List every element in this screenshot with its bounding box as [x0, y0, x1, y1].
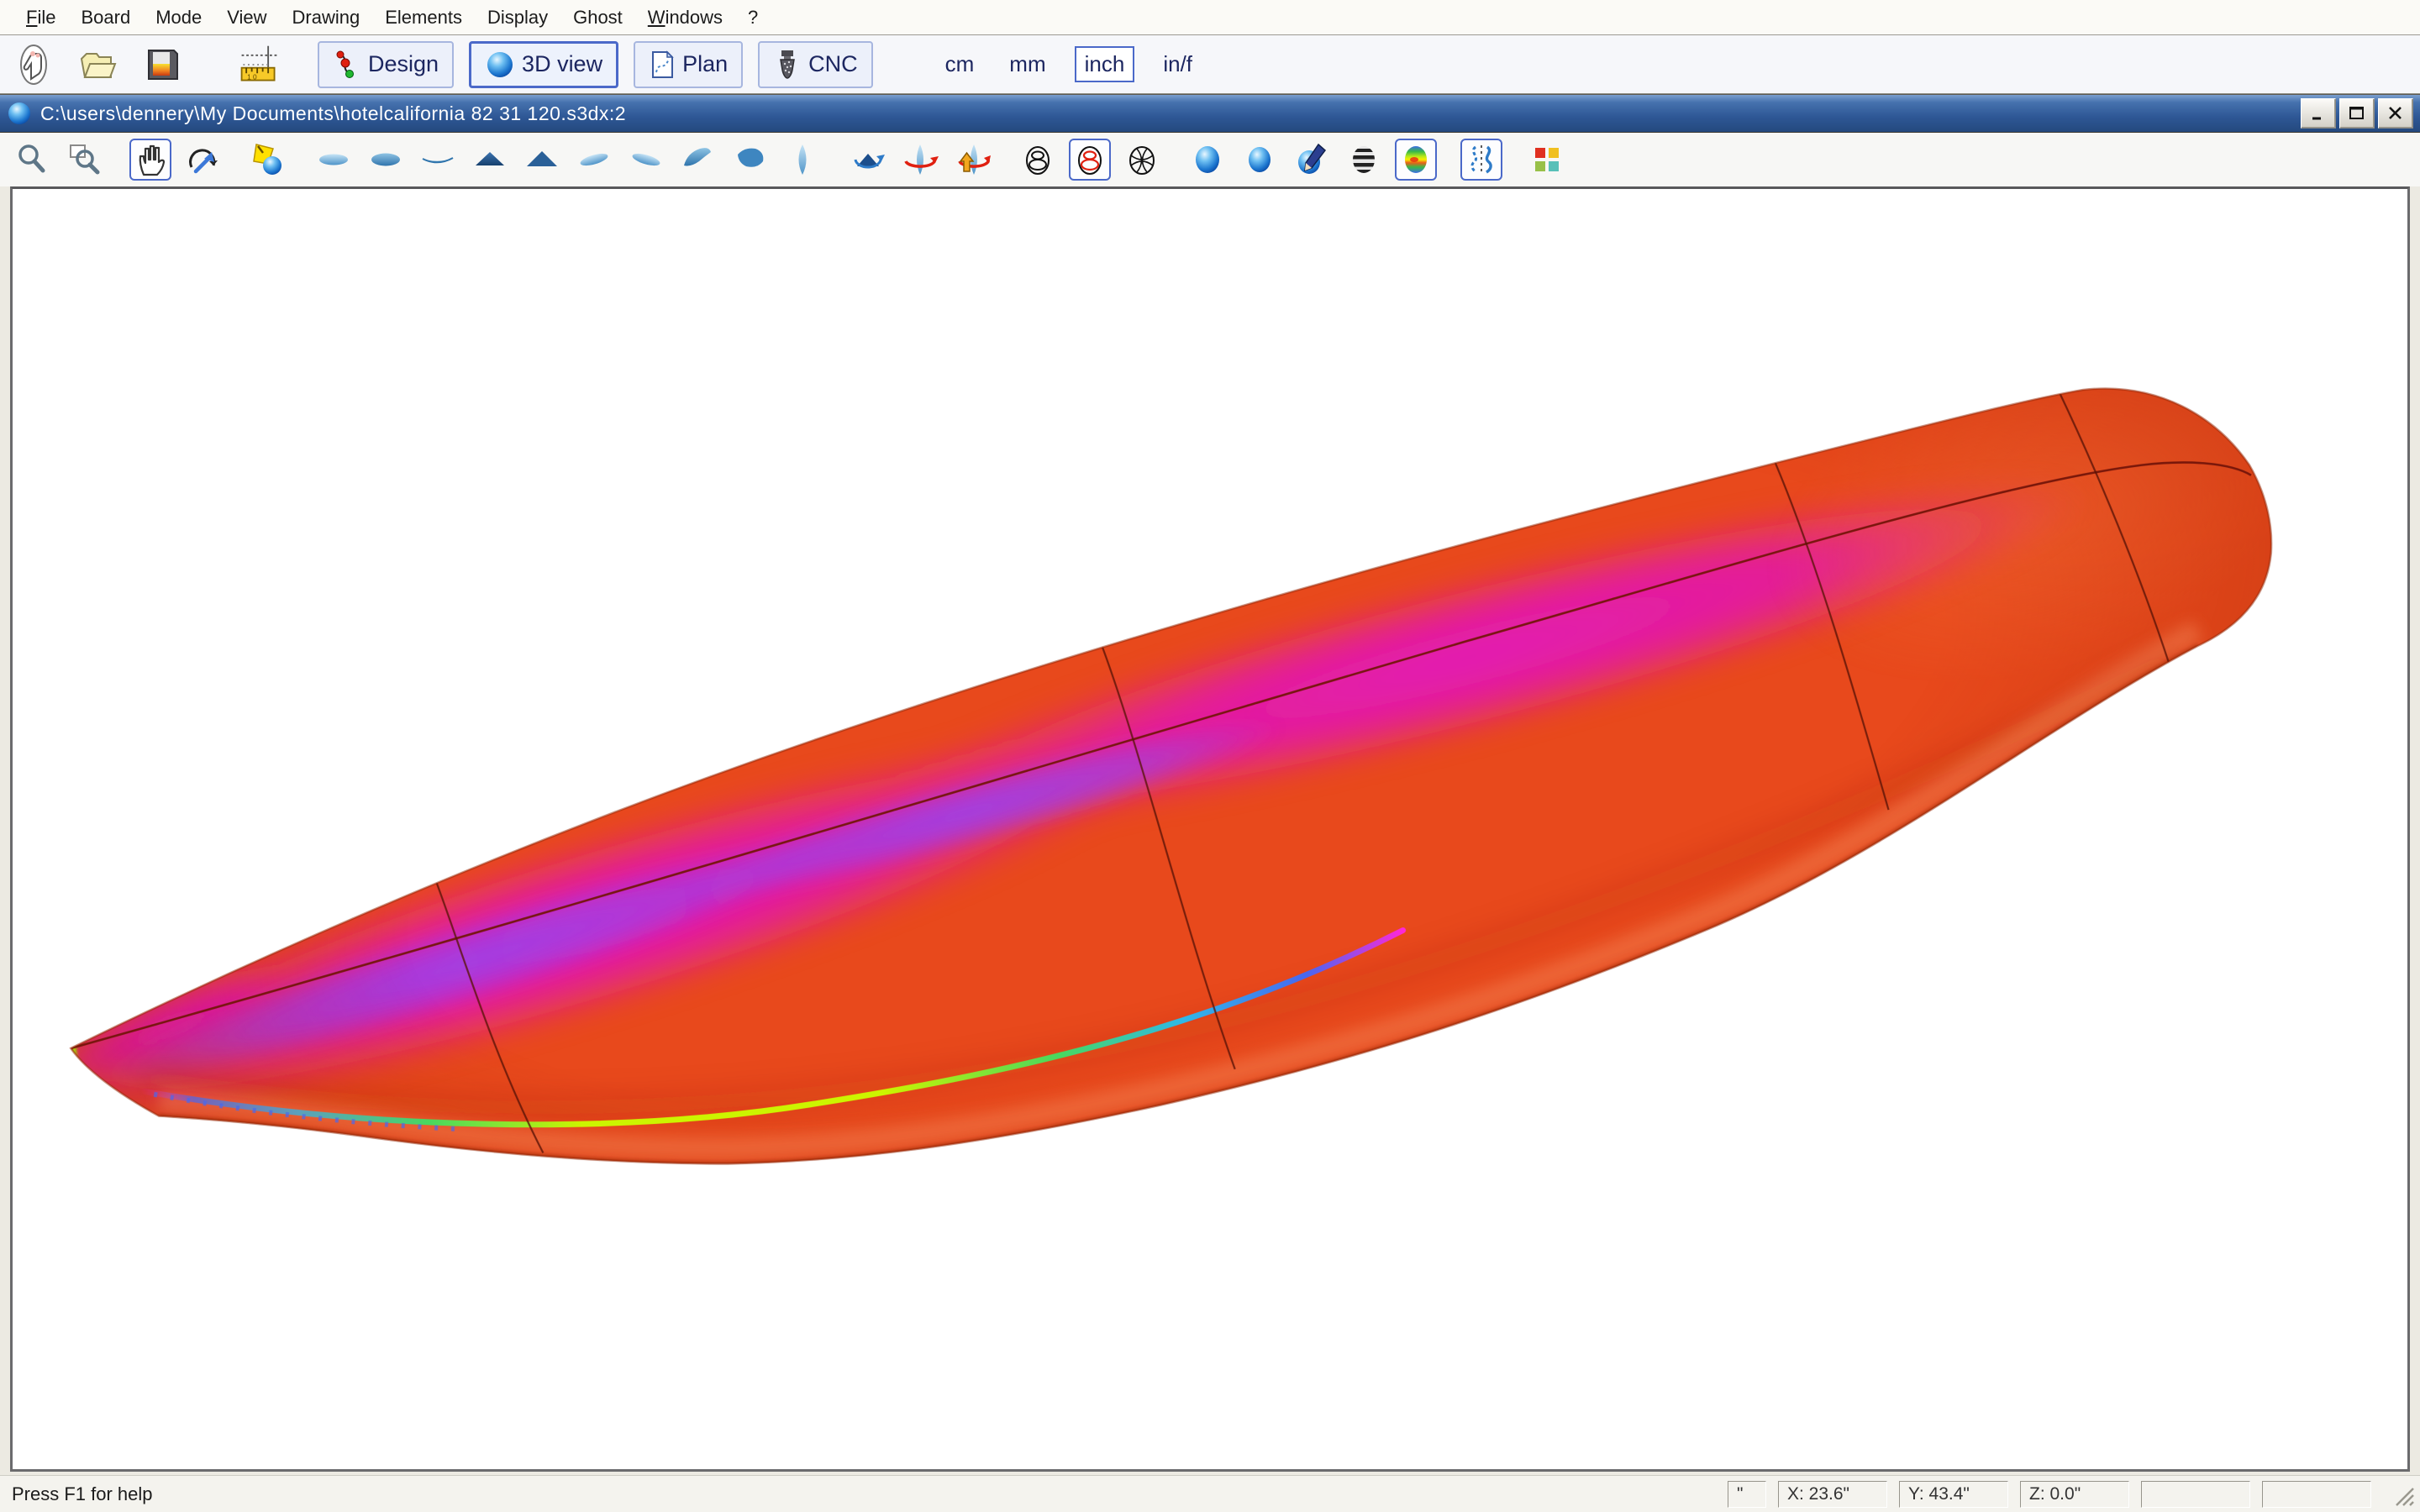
file-tools: 1 0: [12, 43, 281, 87]
app-sphere-icon: [7, 101, 32, 126]
document-titlebar[interactable]: C:\users\dennery\My Documents\hotelcalif…: [0, 94, 2420, 133]
window-controls: [2301, 98, 2413, 129]
board-edge-shading: [13, 189, 2407, 1469]
status-empty-panel-1: [2141, 1481, 2250, 1508]
rotate-3d-icon[interactable]: [182, 139, 224, 181]
render-smooth-icon[interactable]: [1239, 139, 1281, 181]
rotate-view-icon[interactable]: [847, 139, 889, 181]
view-bottom-icon[interactable]: [365, 139, 407, 181]
view-perspective-right-icon[interactable]: [729, 139, 771, 181]
tile-windows-icon[interactable]: [1526, 139, 1568, 181]
save-icon[interactable]: [139, 43, 183, 87]
view-tilt-left-icon[interactable]: [573, 139, 615, 181]
cnc-button[interactable]: CNC: [758, 41, 873, 88]
3d-view-button[interactable]: 3D view: [469, 41, 618, 88]
pointer-hand-icon[interactable]: [12, 43, 55, 87]
design-button-label: Design: [368, 51, 439, 77]
view-side-outline-icon[interactable]: [781, 139, 823, 181]
render-zebra-icon[interactable]: [1343, 139, 1385, 181]
wireframe-mesh-icon[interactable]: [1121, 139, 1163, 181]
menu-elements[interactable]: Elements: [374, 3, 473, 32]
open-folder-icon[interactable]: [76, 43, 119, 87]
render-curvature-icon[interactable]: [1395, 139, 1437, 181]
view-tilt-right-icon[interactable]: [625, 139, 667, 181]
menu-display[interactable]: Display: [476, 3, 559, 32]
menu-help[interactable]: ?: [737, 3, 769, 32]
blue-sphere-icon: [485, 50, 515, 80]
close-button[interactable]: [2378, 98, 2413, 129]
resize-grip[interactable]: [2390, 1482, 2415, 1507]
unit-cm[interactable]: cm: [939, 46, 981, 82]
unit-mm[interactable]: mm: [1002, 46, 1052, 82]
menu-file[interactable]: File: [15, 3, 66, 32]
render-solid-icon[interactable]: [1186, 139, 1228, 181]
menu-bar: File Board Mode View Drawing Elements Di…: [0, 0, 2420, 35]
mode-buttons: Design 3D view Plan: [318, 41, 873, 88]
3d-viewport[interactable]: [10, 186, 2410, 1472]
design-button[interactable]: Design: [318, 41, 454, 88]
status-y-panel: Y: 43.4": [1899, 1481, 2008, 1508]
main-toolbar: 1 0 Design 3D view: [0, 35, 2420, 94]
design-nodes-icon: [333, 49, 361, 81]
status-panels: " X: 23.6" Y: 43.4" Z: 0.0": [1728, 1481, 2415, 1508]
spin-horizontal-icon[interactable]: [899, 139, 941, 181]
view-toolbar: [0, 133, 2420, 186]
unit-selector: cm mm inch in/f: [939, 46, 1199, 82]
maximize-button[interactable]: [2339, 98, 2375, 129]
menu-view[interactable]: View: [216, 3, 277, 32]
view-back-section-icon[interactable]: [521, 139, 563, 181]
svg-text:1 0: 1 0: [247, 72, 257, 81]
plan-button[interactable]: Plan: [634, 41, 743, 88]
unit-inf[interactable]: in/f: [1156, 46, 1199, 82]
zoom-icon[interactable]: [12, 139, 54, 181]
pan-hand-icon[interactable]: [129, 139, 171, 181]
minimize-button[interactable]: [2301, 98, 2336, 129]
cnc-bit-icon: [773, 48, 802, 81]
view-perspective-left-icon[interactable]: [677, 139, 719, 181]
wireframe-slices-icon[interactable]: [1069, 139, 1111, 181]
status-x-panel: X: 23.6": [1778, 1481, 1887, 1508]
lighting-icon[interactable]: [247, 139, 289, 181]
menu-ghost[interactable]: Ghost: [562, 3, 634, 32]
plan-sheet-icon: [649, 49, 676, 81]
cnc-button-label: CNC: [808, 51, 858, 77]
view-deck-curve-icon[interactable]: [417, 139, 459, 181]
document-title: C:\users\dennery\My Documents\hotelcalif…: [40, 102, 626, 125]
surfboard-3d-render: [13, 189, 2407, 1469]
view-top-icon[interactable]: [313, 139, 355, 181]
status-bar: Press F1 for help " X: 23.6" Y: 43.4" Z:…: [0, 1475, 2420, 1512]
spin-vertical-icon[interactable]: [951, 139, 993, 181]
render-design-icon[interactable]: [1291, 139, 1333, 181]
status-unit-panel: ": [1728, 1481, 1766, 1508]
3d-view-button-label: 3D view: [522, 51, 602, 77]
zoom-window-icon[interactable]: [64, 139, 106, 181]
menu-windows[interactable]: Windows: [637, 3, 734, 32]
menu-board[interactable]: Board: [70, 3, 141, 32]
status-empty-panel-2: [2262, 1481, 2371, 1508]
symmetry-icon[interactable]: [1460, 139, 1502, 181]
status-z-panel: Z: 0.0": [2020, 1481, 2129, 1508]
plan-button-label: Plan: [682, 51, 728, 77]
menu-drawing[interactable]: Drawing: [281, 3, 371, 32]
wireframe-icon[interactable]: [1017, 139, 1059, 181]
unit-inch[interactable]: inch: [1075, 46, 1135, 82]
measure-ruler-icon[interactable]: 1 0: [237, 43, 281, 87]
status-help-text: Press F1 for help: [12, 1483, 153, 1505]
menu-mode[interactable]: Mode: [145, 3, 213, 32]
view-front-section-icon[interactable]: [469, 139, 511, 181]
